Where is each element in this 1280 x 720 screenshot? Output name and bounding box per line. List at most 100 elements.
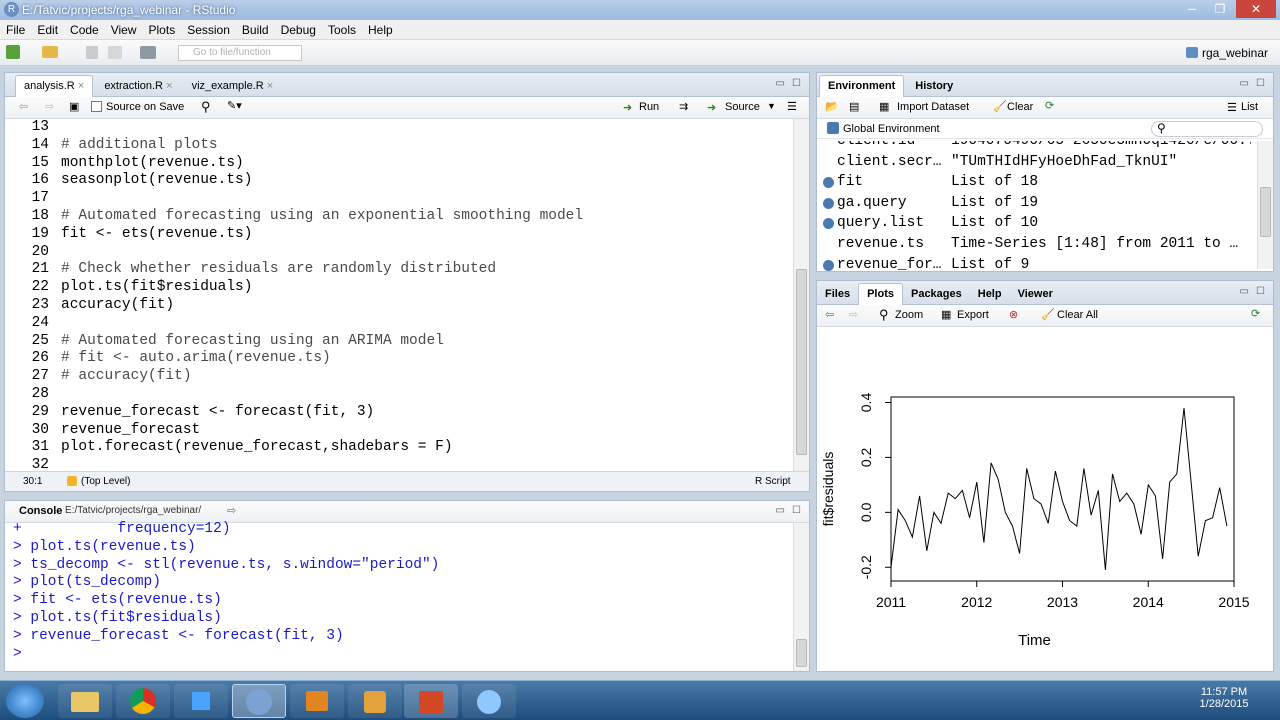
save-all-icon[interactable]	[108, 46, 122, 59]
open-folder-icon[interactable]	[42, 46, 58, 58]
zoom-button[interactable]: Zoom	[895, 309, 923, 321]
maximize-button[interactable]: ❐	[1206, 0, 1234, 18]
apps-taskbar-icon[interactable]	[174, 684, 228, 718]
menu-tools[interactable]: Tools	[322, 20, 362, 37]
env-object-row[interactable]: revenue.ts Time-Series [1:48] from 2011 t…	[817, 234, 1257, 255]
code-line[interactable]: 29 revenue_forecast <- forecast(fit, 3)	[5, 404, 793, 422]
console-scrollbar[interactable]	[793, 523, 809, 671]
env-search-input[interactable]	[1151, 121, 1263, 137]
maximize-pane-icon[interactable]: ☐	[1256, 78, 1265, 89]
editor-scroll-thumb[interactable]	[796, 269, 807, 455]
expand-icon[interactable]	[823, 259, 834, 271]
env-object-row[interactable]: client.secr… "TUmTHIdHFyHoeDhFad_TknUI"	[817, 152, 1257, 173]
code-line[interactable]: 24	[5, 315, 793, 333]
code-line[interactable]: 20	[5, 244, 793, 262]
menu-code[interactable]: Code	[64, 20, 105, 37]
run-button[interactable]: Run	[639, 101, 659, 113]
env-object-row[interactable]: ga.query List of 19	[817, 193, 1257, 214]
remove-plot-icon[interactable]: ⊗	[1009, 308, 1018, 321]
menu-session[interactable]: Session	[181, 20, 236, 37]
code-line[interactable]: 16 seasonplot(revenue.ts)	[5, 172, 793, 190]
tab-viewer[interactable]: Viewer	[1010, 284, 1061, 306]
tab-extraction[interactable]: extraction.R ×	[96, 76, 180, 98]
expand-icon[interactable]	[823, 177, 834, 189]
minimize-pane-icon[interactable]: ▭	[1240, 78, 1249, 89]
forward-icon[interactable]: ⇨	[45, 100, 54, 113]
tab-files[interactable]: Files	[817, 284, 858, 306]
refresh-icon[interactable]: ⟳	[1251, 307, 1260, 320]
env-object-row[interactable]: client.id 1904070490/05-2650e5mn0q1420/e/…	[817, 141, 1257, 152]
env-object-row[interactable]: query.list List of 10	[817, 213, 1257, 234]
menu-debug[interactable]: Debug	[275, 20, 322, 37]
expand-icon[interactable]	[823, 197, 834, 209]
tab-viz-example[interactable]: viz_example.R ×	[184, 76, 282, 98]
code-line[interactable]: 30 revenue_forecast	[5, 422, 793, 440]
file-type-selector[interactable]: R Script	[755, 476, 791, 487]
menu-help[interactable]: Help	[362, 20, 399, 37]
start-button[interactable]	[6, 684, 44, 718]
new-file-icon[interactable]	[6, 45, 20, 59]
code-line[interactable]: 27 # accuracy(fit)	[5, 368, 793, 386]
tab-plots[interactable]: Plots	[858, 283, 903, 305]
print-icon[interactable]	[140, 46, 156, 59]
close-button[interactable]: ✕	[1236, 0, 1276, 18]
editor-scrollbar[interactable]	[793, 119, 809, 471]
tab-history[interactable]: History	[907, 76, 961, 98]
code-line[interactable]: 18 # Automated forecasting using an expon…	[5, 208, 793, 226]
minimize-pane-icon[interactable]: ▭	[776, 505, 785, 516]
menu-view[interactable]: View	[105, 20, 143, 37]
code-line[interactable]: 26 # fit <- auto.arima(revenue.ts)	[5, 350, 793, 368]
code-line[interactable]: 17	[5, 190, 793, 208]
project-menu[interactable]: rga_webinar	[1185, 46, 1268, 60]
tab-environment[interactable]: Environment	[819, 75, 905, 97]
code-line[interactable]: 19 fit <- ets(revenue.ts)	[5, 226, 793, 244]
source-button[interactable]: Source	[725, 101, 760, 113]
outline-icon[interactable]: ☰	[787, 100, 797, 113]
console-output[interactable]: + frequency=12) > plot.ts(revenue.ts) > ts…	[13, 521, 789, 669]
goto-file-input[interactable]: Go to file/function	[178, 45, 302, 61]
code-line[interactable]: 31 plot.forecast(revenue_forecast,shadeba…	[5, 439, 793, 457]
tab-help[interactable]: Help	[970, 284, 1010, 306]
code-line[interactable]: 22 plot.ts(fit$residuals)	[5, 279, 793, 297]
close-tab-icon[interactable]: ×	[166, 80, 172, 92]
maximize-pane-icon[interactable]: ☐	[792, 78, 801, 89]
close-tab-icon[interactable]: ×	[267, 80, 273, 92]
explorer-taskbar-icon[interactable]	[58, 684, 112, 718]
minimize-pane-icon[interactable]: ▭	[1240, 286, 1249, 297]
close-tab-icon[interactable]: ×	[78, 80, 84, 92]
previous-plot-icon[interactable]: ⇦	[825, 308, 834, 321]
expand-icon[interactable]	[823, 218, 834, 230]
back-icon[interactable]: ⇦	[19, 100, 28, 113]
save-icon[interactable]	[86, 46, 98, 59]
maximize-pane-icon[interactable]: ☐	[792, 505, 801, 516]
code-line[interactable]: 14 # additional plots	[5, 137, 793, 155]
minimize-button[interactable]: ─	[1178, 0, 1206, 18]
save-workspace-icon[interactable]: ▤	[849, 100, 859, 113]
sublime-taskbar-icon[interactable]	[348, 684, 402, 718]
env-object-row[interactable]: revenue_for… List of 9	[817, 255, 1257, 271]
minimize-pane-icon[interactable]: ▭	[776, 78, 785, 89]
show-in-window-icon[interactable]: ▣	[69, 100, 79, 113]
code-line[interactable]: 28	[5, 386, 793, 404]
env-scope-selector[interactable]: Global Environment	[843, 123, 940, 135]
code-line[interactable]: 32	[5, 457, 793, 471]
code-area[interactable]: 13 14 # additional plots 15 monthplot(revenu…	[5, 119, 793, 471]
code-line[interactable]: 23 accuracy(fit)	[5, 297, 793, 315]
maximize-pane-icon[interactable]: ☐	[1256, 286, 1265, 297]
media-taskbar-icon[interactable]	[290, 684, 344, 718]
rerun-icon[interactable]: ⇉	[679, 100, 688, 113]
code-line[interactable]: 15 monthplot(revenue.ts)	[5, 155, 793, 173]
tab-analysis[interactable]: analysis.R ×	[15, 75, 94, 97]
export-button[interactable]: Export	[957, 309, 989, 321]
source-dropdown-icon[interactable]: ▼	[767, 101, 776, 111]
code-tools-icon[interactable]: ✎▾	[227, 99, 242, 112]
code-line[interactable]: 25 # Automated forecasting using an ARIMA…	[5, 333, 793, 351]
import-dataset-button[interactable]: Import Dataset	[897, 101, 969, 113]
rstudio-taskbar-icon[interactable]	[232, 684, 286, 718]
clear-env-button[interactable]: Clear	[1007, 101, 1033, 113]
source-on-save-checkbox[interactable]	[91, 101, 102, 112]
console-scroll-thumb[interactable]	[796, 639, 807, 667]
goto-wd-icon[interactable]: ⇨	[227, 504, 236, 517]
env-object-row[interactable]: fit List of 18	[817, 172, 1257, 193]
list-view-button[interactable]: List	[1241, 101, 1258, 113]
